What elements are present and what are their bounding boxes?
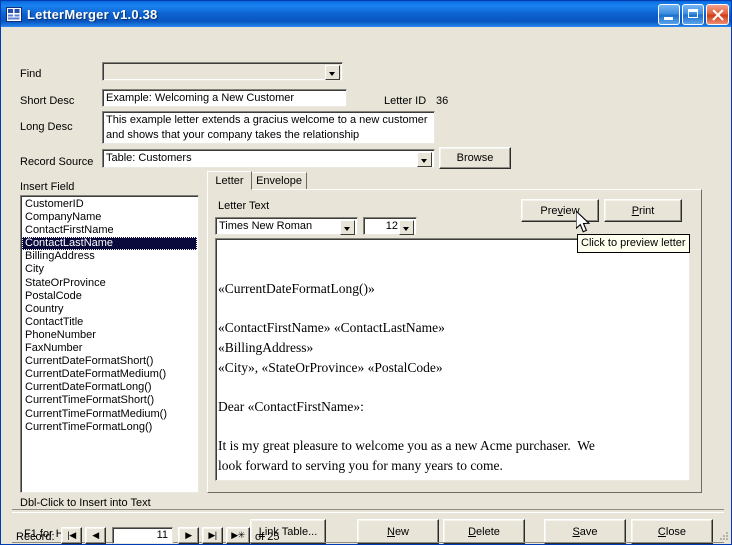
save-button[interactable]: Save — [544, 519, 626, 544]
minimize-button[interactable] — [658, 3, 680, 25]
letter-text-area[interactable]: «CurrentDateFormatLong()» «ContactFirstN… — [215, 238, 690, 481]
font-name-value: Times New Roman — [219, 220, 313, 232]
preview-tooltip: Click to preview letter — [577, 234, 690, 253]
save-button-label: Save — [572, 525, 598, 538]
list-item[interactable]: CurrentTimeFormatLong() — [22, 421, 197, 434]
letter-id-label: Letter ID — [384, 95, 427, 107]
next-record-icon: ▶ — [185, 530, 192, 540]
font-size-value: 12 — [385, 220, 398, 232]
list-item[interactable]: City — [22, 263, 197, 276]
long-desc-label: Long Desc — [20, 121, 73, 133]
record-total-text: of 25 — [255, 531, 280, 543]
last-record-button[interactable]: ▶| — [202, 527, 223, 544]
chevron-down-icon[interactable] — [340, 220, 355, 235]
previous-record-icon: ◀ — [92, 530, 99, 540]
browse-button-label: Browse — [456, 152, 494, 164]
list-item[interactable]: StateOrProvince — [22, 277, 197, 290]
insert-field-listbox[interactable]: CustomerID CompanyName ContactFirstName Con… — [20, 195, 199, 493]
record-label: Record: — [16, 531, 55, 543]
record-number-input[interactable]: 11 — [112, 527, 173, 544]
maximize-button[interactable] — [682, 3, 704, 25]
previous-record-button[interactable]: ◀ — [85, 527, 106, 544]
preview-button[interactable]: Preview — [521, 199, 599, 222]
record-source-value: Table: Customers — [106, 152, 192, 164]
next-record-button[interactable]: ▶ — [178, 527, 199, 544]
short-desc-label: Short Desc — [20, 95, 75, 107]
font-size-combo[interactable]: 12 — [363, 217, 417, 235]
close-button-label: Close — [657, 525, 687, 538]
letter-id-value: 36 — [436, 95, 449, 107]
resize-grip[interactable] — [717, 531, 729, 543]
find-combo[interactable] — [102, 62, 343, 81]
tab-letter[interactable]: Letter — [207, 171, 252, 190]
list-item[interactable]: CurrentDateFormatMedium() — [22, 368, 197, 381]
tab-envelope-label: Envelope — [256, 175, 302, 187]
first-record-button[interactable]: |◀ — [61, 527, 82, 544]
list-item[interactable]: PostalCode — [22, 290, 197, 303]
delete-button-label: Delete — [468, 525, 500, 538]
first-record-icon: |◀ — [67, 530, 76, 540]
list-item[interactable]: CurrentTimeFormatMedium() — [22, 408, 197, 421]
short-desc-input[interactable]: Example: Welcoming a New Customer — [102, 89, 347, 107]
list-item[interactable]: CustomerID — [22, 198, 197, 211]
preview-button-label: Preview — [540, 204, 580, 217]
footer-divider — [12, 509, 724, 513]
chevron-down-icon[interactable] — [325, 65, 340, 80]
browse-button[interactable]: Browse — [439, 147, 511, 169]
letter-text-label: Letter Text — [218, 200, 270, 212]
delete-button[interactable]: Delete — [443, 519, 525, 544]
find-label: Find — [20, 68, 42, 80]
new-button[interactable]: New — [357, 519, 439, 544]
new-record-button[interactable]: ▶✳ — [226, 527, 250, 544]
title-bar[interactable]: LetterMerger v1.0.38 — [1, 1, 731, 27]
tab-envelope[interactable]: Envelope — [251, 172, 307, 190]
long-desc-input[interactable]: This example letter extends a gracius we… — [102, 111, 435, 144]
long-desc-value: This example letter extends a gracius we… — [106, 114, 428, 141]
list-item[interactable]: ContactTitle — [22, 316, 197, 329]
new-record-icon: ▶✳ — [231, 530, 245, 540]
new-button-label: New — [386, 525, 409, 538]
preview-tooltip-text: Click to preview letter — [581, 237, 686, 249]
list-item[interactable]: CurrentDateFormatLong() — [22, 381, 197, 394]
print-button-label: Print — [631, 204, 655, 217]
record-source-combo[interactable]: Table: Customers — [102, 149, 435, 168]
chevron-down-icon[interactable] — [399, 220, 414, 235]
list-item[interactable]: ContactLastName — [22, 237, 197, 251]
tab-letter-label: Letter — [215, 174, 244, 187]
window-controls — [658, 3, 731, 25]
list-item[interactable]: CompanyName — [22, 211, 197, 224]
close-window-button[interactable] — [706, 3, 729, 25]
list-item[interactable]: CurrentTimeFormatShort() — [22, 394, 197, 407]
list-item[interactable]: PhoneNumber — [22, 329, 197, 342]
close-button[interactable]: Close — [631, 519, 713, 544]
list-item[interactable]: CurrentDateFormatShort() — [22, 355, 197, 368]
chevron-down-icon[interactable] — [417, 152, 432, 167]
short-desc-value: Example: Welcoming a New Customer — [106, 92, 295, 104]
font-name-combo[interactable]: Times New Roman — [215, 217, 358, 235]
last-record-icon: ▶| — [208, 530, 217, 540]
client-area: Find Short Desc Example: Welcoming a New… — [2, 27, 731, 544]
list-item[interactable]: BillingAddress — [22, 250, 197, 263]
form-grid-icon — [6, 6, 22, 22]
list-item[interactable]: FaxNumber — [22, 342, 197, 355]
insert-field-list-items[interactable]: CustomerID CompanyName ContactFirstName Con… — [22, 198, 197, 491]
record-number-value: 11 — [156, 529, 168, 541]
list-item[interactable]: ContactFirstName — [22, 224, 197, 237]
window-title: LetterMerger v1.0.38 — [27, 6, 158, 22]
print-button[interactable]: Print — [604, 199, 682, 222]
insert-field-caption: Insert Field — [20, 181, 75, 193]
insert-field-hint: Dbl-Click to Insert into Text — [20, 497, 151, 509]
app-window: LetterMerger v1.0.38 Find Short Desc Exa… — [0, 0, 732, 545]
record-source-label: Record Source — [20, 156, 94, 168]
letter-text-content: «CurrentDateFormatLong()» «ContactFirstN… — [218, 281, 595, 473]
list-item[interactable]: Country — [22, 303, 197, 316]
